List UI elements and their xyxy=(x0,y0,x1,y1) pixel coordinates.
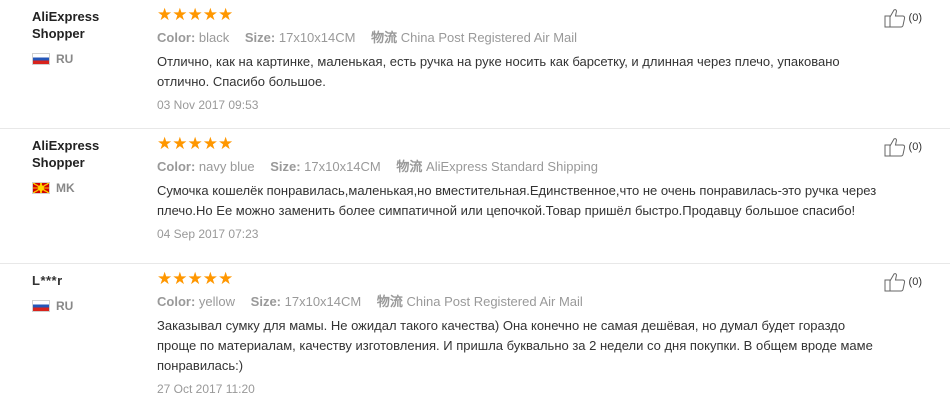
star-rating: ★★★★★ xyxy=(157,270,877,288)
review-date: 04 Sep 2017 07:23 xyxy=(157,227,259,241)
review-text: Отлично, как на картинке, маленькая, ест… xyxy=(157,54,840,89)
reviewer-country: RU xyxy=(32,52,142,66)
review-content: ★★★★★ Color: navy blue Size: 17x10x14CM … xyxy=(157,135,877,242)
reviewer-info: AliExpress Shopper RU xyxy=(32,8,142,66)
review-date: 27 Oct 2017 11:20 xyxy=(157,382,255,396)
size-value: 17x10x14CM xyxy=(278,30,356,45)
color-value: yellow xyxy=(198,294,236,309)
review-content: ★★★★★ Color: yellow Size: 17x10x14CM 物流 … xyxy=(157,270,877,397)
reviewer-name[interactable]: L***r xyxy=(32,272,142,289)
macedonia-flag-icon xyxy=(32,182,50,194)
size-value: 17x10x14CM xyxy=(284,294,362,309)
helpful-count: (0) xyxy=(908,276,922,288)
order-info: Color: black Size: 17x10x14CM 物流 China P… xyxy=(157,29,877,47)
star-icons: ★★★★★ xyxy=(157,5,234,24)
star-icons: ★★★★★ xyxy=(157,269,234,288)
country-code: RU xyxy=(56,52,74,66)
country-code: RU xyxy=(56,299,74,313)
reviewer-country: RU xyxy=(32,299,142,313)
reviewer-name-line2[interactable]: Shopper xyxy=(32,25,142,42)
color-label: Color: xyxy=(157,294,196,309)
helpful-count: (0) xyxy=(908,12,922,24)
star-rating: ★★★★★ xyxy=(157,135,877,153)
reviewer-info: AliExpress Shopper MK xyxy=(32,137,142,195)
star-icons: ★★★★★ xyxy=(157,134,234,153)
color-label: Color: xyxy=(157,159,196,174)
reviewer-name-line1[interactable]: AliExpress xyxy=(32,137,142,154)
color-label: Color: xyxy=(157,30,196,45)
shipping-value: China Post Registered Air Mail xyxy=(400,30,578,45)
shipping-value: AliExpress Standard Shipping xyxy=(426,159,599,174)
thumbs-up-icon xyxy=(884,9,905,28)
thumbs-up-icon xyxy=(884,138,905,157)
review-content: ★★★★★ Color: black Size: 17x10x14CM 物流 C… xyxy=(157,6,877,113)
helpful-count: (0) xyxy=(908,141,922,153)
helpful-button[interactable]: (0) xyxy=(884,8,922,28)
order-info: Color: navy blue Size: 17x10x14CM 物流 Ali… xyxy=(157,158,877,176)
review-list: AliExpress Shopper RU ★★★★★ Color: black… xyxy=(0,0,950,407)
helpful-button[interactable]: (0) xyxy=(884,137,922,157)
shipping-label: 物流 xyxy=(396,159,423,174)
review-item: L***r RU ★★★★★ Color: yellow Size: 17x10… xyxy=(0,264,950,407)
reviewer-name-line2[interactable]: Shopper xyxy=(32,154,142,171)
russia-flag-icon xyxy=(32,53,50,65)
star-rating: ★★★★★ xyxy=(157,6,877,24)
size-label: Size: xyxy=(270,159,301,174)
shipping-label: 物流 xyxy=(376,294,403,309)
country-code: MK xyxy=(56,181,75,195)
review-text: Сумочка кошелёк понравилась,маленькая,но… xyxy=(157,183,877,218)
order-info: Color: yellow Size: 17x10x14CM 物流 China … xyxy=(157,293,877,311)
reviewer-country: MK xyxy=(32,181,142,195)
review-item: AliExpress Shopper MK ★★★★★ Color: navy … xyxy=(0,129,950,264)
reviewer-name-line1[interactable]: AliExpress xyxy=(32,8,142,25)
review-text: Заказывал сумку для мамы. Не ожидал тако… xyxy=(157,318,873,373)
color-value: black xyxy=(198,30,230,45)
size-value: 17x10x14CM xyxy=(304,159,381,174)
size-label: Size: xyxy=(250,294,281,309)
russia-flag-icon xyxy=(32,300,50,312)
helpful-button[interactable]: (0) xyxy=(884,272,922,292)
shipping-value: China Post Registered Air Mail xyxy=(406,294,583,309)
size-label: Size: xyxy=(244,30,276,45)
shipping-label: 物流 xyxy=(371,30,398,45)
review-date: 03 Nov 2017 09:53 xyxy=(157,98,259,112)
thumbs-up-icon xyxy=(884,273,905,292)
reviewer-info: L***r RU xyxy=(32,272,142,313)
color-value: navy blue xyxy=(198,159,255,174)
review-item: AliExpress Shopper RU ★★★★★ Color: black… xyxy=(0,0,950,129)
